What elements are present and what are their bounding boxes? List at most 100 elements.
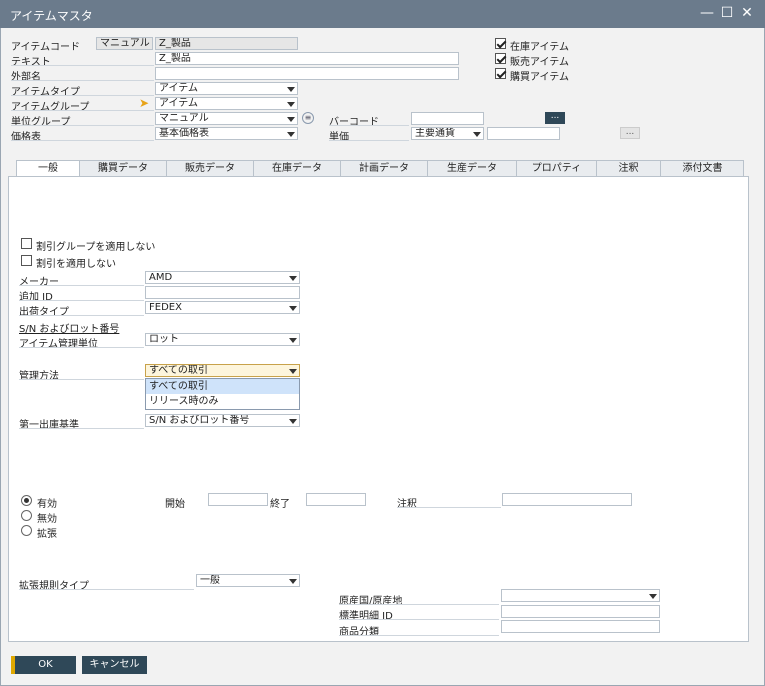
first-out-value: S/N およびロット番号 bbox=[149, 415, 250, 426]
unit-price-field[interactable] bbox=[487, 127, 560, 140]
no-discount-checkbox[interactable] bbox=[21, 255, 32, 266]
price-ellipsis-button[interactable]: ... bbox=[620, 127, 640, 139]
item-code-mode[interactable]: マニュアル bbox=[96, 37, 153, 50]
item-code-label: アイテムコード bbox=[11, 42, 80, 53]
commodity-class-underline bbox=[339, 635, 499, 636]
sales-item-checkbox[interactable] bbox=[495, 53, 506, 64]
mgmt-method-value: すべての取引 bbox=[149, 365, 208, 376]
currency-select[interactable]: 主要通貨 bbox=[411, 127, 484, 140]
purchase-item-checkbox[interactable] bbox=[495, 68, 506, 79]
commodity-class-field[interactable] bbox=[501, 620, 660, 633]
price-list-value: 基本価格表 bbox=[159, 128, 209, 139]
link-arrow-icon[interactable]: ➤ bbox=[139, 96, 149, 110]
additional-id-underline bbox=[19, 300, 144, 301]
country-origin-underline bbox=[339, 604, 499, 605]
from-label: 開始 bbox=[165, 499, 185, 510]
chevron-down-icon bbox=[287, 102, 295, 107]
manufacturer-select[interactable]: AMD bbox=[145, 271, 300, 284]
serial-batch-link[interactable]: S/N およびロット番号 bbox=[19, 320, 119, 335]
price-list-select[interactable]: 基本価格表 bbox=[155, 127, 298, 140]
no-discount-label: 割引を適用しない bbox=[36, 259, 116, 270]
mgmt-method-select[interactable]: すべての取引 bbox=[145, 364, 300, 377]
list-icon[interactable]: ≡ bbox=[302, 112, 314, 124]
uom-group-select[interactable]: マニュアル bbox=[155, 112, 298, 125]
chevron-down-icon bbox=[287, 117, 295, 122]
chevron-down-icon bbox=[287, 132, 295, 137]
shipping-type-select[interactable]: FEDEX bbox=[145, 301, 300, 314]
remarks-underline bbox=[397, 507, 501, 508]
text-field[interactable]: Z_製品 bbox=[155, 52, 459, 65]
tab-bar: 一般 購買データ 販売データ 在庫データ 計画データ 生産データ プロパティ 注… bbox=[16, 160, 744, 178]
to-date-field[interactable] bbox=[306, 493, 366, 506]
dropdown-option[interactable]: すべての取引 bbox=[146, 379, 299, 394]
uom-group-value: マニュアル bbox=[159, 113, 209, 124]
tab-planning[interactable]: 計画データ bbox=[341, 161, 428, 176]
mgmt-method-underline bbox=[19, 379, 144, 380]
adv-rule-type-select[interactable]: 一般 bbox=[196, 574, 300, 587]
minimize-icon[interactable]: — bbox=[697, 3, 717, 23]
tab-attachments[interactable]: 添付文書 bbox=[661, 161, 744, 176]
from-date-field[interactable] bbox=[208, 493, 268, 506]
barcode-underline bbox=[329, 125, 409, 126]
advanced-label: 拡張 bbox=[37, 529, 57, 540]
price-list-underline bbox=[11, 140, 154, 141]
sales-item-label: 販売アイテム bbox=[510, 57, 569, 68]
no-discount-group-checkbox[interactable] bbox=[21, 238, 32, 249]
manufacturer-underline bbox=[19, 285, 144, 286]
first-out-underline bbox=[19, 428, 144, 429]
chevron-down-icon bbox=[289, 369, 297, 374]
item-code-field[interactable]: Z_製品 bbox=[155, 37, 298, 50]
item-type-select[interactable]: アイテム bbox=[155, 82, 298, 95]
inactive-radio[interactable] bbox=[21, 510, 32, 521]
item-group-value: アイテム bbox=[159, 98, 198, 109]
std-item-id-field[interactable] bbox=[501, 605, 660, 618]
item-type-value: アイテム bbox=[159, 83, 198, 94]
first-out-select[interactable]: S/N およびロット番号 bbox=[145, 414, 300, 427]
mgmt-unit-value: ロット bbox=[149, 334, 179, 345]
cancel-button[interactable]: キャンセル bbox=[82, 656, 147, 674]
inactive-label: 無効 bbox=[37, 514, 57, 525]
purchase-item-label: 購買アイテム bbox=[510, 72, 569, 83]
country-origin-select[interactable] bbox=[501, 589, 660, 602]
tab-production[interactable]: 生産データ bbox=[428, 161, 517, 176]
active-radio[interactable] bbox=[21, 495, 32, 506]
item-group-select[interactable]: アイテム bbox=[155, 97, 298, 110]
tab-remarks[interactable]: 注釈 bbox=[597, 161, 661, 176]
item-type-underline bbox=[11, 95, 154, 96]
advanced-radio[interactable] bbox=[21, 525, 32, 536]
title-bar: アイテムマスタ — ☐ ✕ bbox=[0, 0, 765, 28]
maximize-icon[interactable]: ☐ bbox=[717, 3, 737, 23]
remarks-field[interactable] bbox=[502, 493, 632, 506]
no-discount-group-label: 割引グループを適用しない bbox=[36, 242, 156, 253]
window-title: アイテムマスタ bbox=[10, 9, 93, 23]
tab-properties[interactable]: プロパティ bbox=[517, 161, 597, 176]
chevron-down-icon bbox=[289, 579, 297, 584]
uom-group-underline bbox=[11, 125, 154, 126]
chevron-down-icon bbox=[289, 419, 297, 424]
shipping-type-value: FEDEX bbox=[149, 302, 182, 313]
barcode-ellipsis-button[interactable]: ... bbox=[545, 112, 565, 124]
close-icon[interactable]: ✕ bbox=[737, 3, 757, 23]
mgmt-unit-underline bbox=[19, 347, 144, 348]
mgmt-method-dropdown-list: すべての取引 リリース時のみ bbox=[145, 378, 300, 410]
chevron-down-icon bbox=[289, 306, 297, 311]
item-group-underline bbox=[11, 110, 154, 111]
tab-inventory[interactable]: 在庫データ bbox=[254, 161, 341, 176]
shipping-type-underline bbox=[19, 315, 144, 316]
chevron-down-icon bbox=[649, 594, 657, 599]
mgmt-unit-select[interactable]: ロット bbox=[145, 333, 300, 346]
inventory-item-checkbox[interactable] bbox=[495, 38, 506, 49]
tab-purchasing[interactable]: 購買データ bbox=[80, 161, 167, 176]
barcode-field[interactable] bbox=[411, 112, 484, 125]
dropdown-option[interactable]: リリース時のみ bbox=[146, 394, 299, 409]
chevron-down-icon bbox=[289, 338, 297, 343]
tab-sales[interactable]: 販売データ bbox=[167, 161, 254, 176]
std-item-id-underline bbox=[339, 619, 499, 620]
unit-price-underline bbox=[329, 140, 409, 141]
active-label: 有効 bbox=[37, 499, 57, 510]
foreign-name-field[interactable] bbox=[155, 67, 459, 80]
additional-id-field[interactable] bbox=[145, 286, 300, 299]
ok-button[interactable]: OK bbox=[11, 656, 76, 674]
text-underline bbox=[11, 65, 154, 66]
adv-rule-type-value: 一般 bbox=[200, 575, 220, 586]
